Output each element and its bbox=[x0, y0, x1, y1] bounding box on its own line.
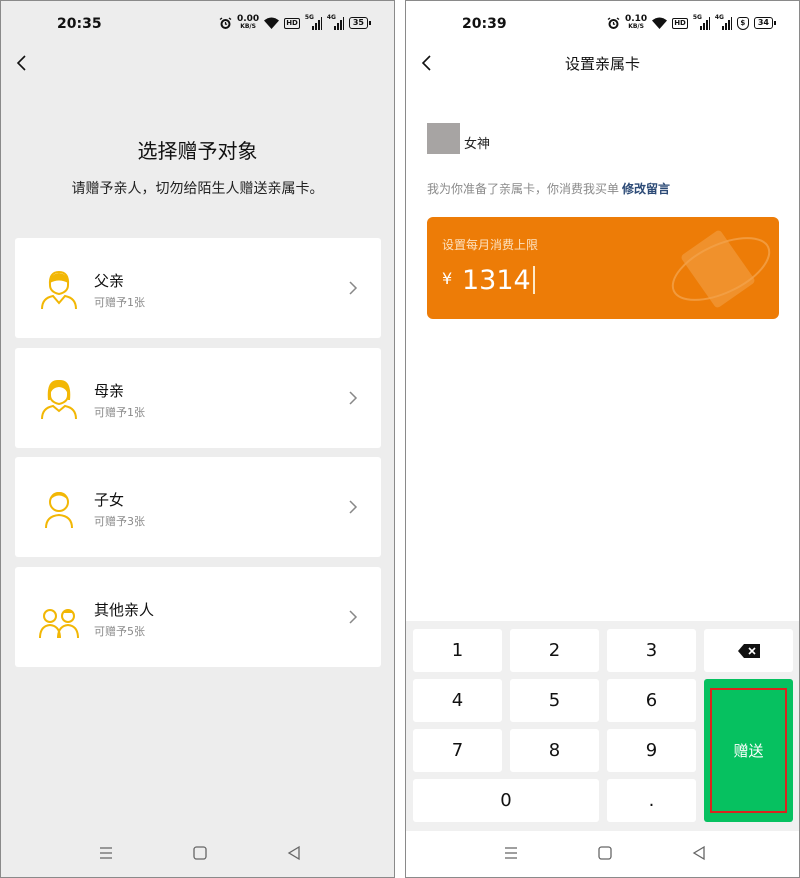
key-5[interactable]: 5 bbox=[510, 679, 599, 722]
key-9[interactable]: 9 bbox=[607, 729, 696, 772]
text-cursor bbox=[532, 266, 535, 294]
option-other-relatives[interactable]: 其他亲人 可赠予5张 bbox=[15, 567, 381, 667]
hd-badge: HD bbox=[284, 17, 300, 29]
wifi-icon bbox=[264, 17, 280, 29]
spending-limit-label: 设置每月消费上限 bbox=[442, 238, 539, 252]
battery-icon: 35 bbox=[348, 17, 372, 29]
option-label: 母亲 bbox=[94, 382, 125, 400]
status-bar: 20:39 0.10 KB/S HD 5G 4G $ 34 bbox=[406, 1, 799, 49]
card-decoration-icon bbox=[671, 230, 771, 308]
currency-symbol: ¥ bbox=[442, 269, 453, 288]
shield-icon: $ bbox=[736, 16, 749, 30]
numeric-keypad: 1 2 3 4 5 6 7 8 9 0 . 赠送 bbox=[406, 621, 799, 831]
signal-5g-icon: 5G bbox=[305, 14, 322, 30]
avatar bbox=[427, 123, 460, 154]
amount-input[interactable]: 1314 bbox=[462, 265, 535, 296]
alarm-icon bbox=[607, 16, 620, 29]
key-4[interactable]: 4 bbox=[413, 679, 502, 722]
chevron-right-icon bbox=[349, 391, 358, 405]
father-icon bbox=[41, 270, 77, 310]
nav-back-icon[interactable] bbox=[691, 845, 707, 861]
key-3[interactable]: 3 bbox=[607, 629, 696, 672]
page-subtitle: 请赠予亲人，切勿给陌生人赠送亲属卡。 bbox=[71, 181, 324, 197]
signal-5g-icon: 5G bbox=[693, 14, 710, 30]
option-quota: 可赠予3张 bbox=[94, 515, 145, 528]
phone-screen-select-recipient: 20:35 0.00 KB/S HD 5G 4G 35 选择赠予对象 请赠予亲人，… bbox=[0, 0, 395, 878]
recipient-name: 女神 bbox=[464, 137, 491, 152]
network-speed: 0.10 KB/S bbox=[624, 14, 648, 31]
alarm-icon bbox=[219, 16, 232, 29]
back-icon[interactable] bbox=[13, 53, 33, 73]
signal-4g-icon: 4G bbox=[327, 14, 344, 30]
status-time: 20:35 bbox=[57, 16, 102, 32]
option-quota: 可赠予5张 bbox=[94, 625, 145, 638]
backspace-icon bbox=[737, 643, 760, 658]
option-mother[interactable]: 母亲 可赠予1张 bbox=[15, 348, 381, 448]
chevron-right-icon bbox=[349, 281, 358, 295]
backspace-key[interactable] bbox=[704, 629, 793, 672]
gift-message: 我为你准备了亲属卡，你消费我买单 修改留言 bbox=[427, 180, 670, 197]
home-icon[interactable] bbox=[192, 845, 208, 861]
battery-icon: 34 bbox=[753, 17, 777, 29]
page-title: 设置亲属卡 bbox=[564, 55, 640, 73]
chevron-right-icon bbox=[349, 500, 358, 514]
page-title: 选择赠予对象 bbox=[137, 139, 258, 163]
system-nav-bar bbox=[406, 829, 799, 877]
phone-screen-set-family-card: 20:39 0.10 KB/S HD 5G 4G $ 34 设置亲属卡 女神 我为… bbox=[405, 0, 800, 878]
nav-back-icon[interactable] bbox=[286, 845, 302, 861]
key-2[interactable]: 2 bbox=[510, 629, 599, 672]
status-bar: 20:35 0.00 KB/S HD 5G 4G 35 bbox=[1, 1, 394, 49]
status-time: 20:39 bbox=[462, 16, 507, 32]
edit-message-link[interactable]: 修改留言 bbox=[622, 182, 670, 196]
menu-icon[interactable] bbox=[503, 845, 519, 861]
spending-limit-card[interactable]: 设置每月消费上限 ¥ 1314 bbox=[427, 217, 779, 319]
gift-message-text: 我为你准备了亲属卡，你消费我买单 bbox=[427, 182, 620, 196]
wifi-icon bbox=[652, 17, 668, 29]
signal-4g-icon: 4G bbox=[715, 14, 732, 30]
option-label: 子女 bbox=[94, 491, 125, 509]
child-icon bbox=[45, 492, 73, 529]
home-icon[interactable] bbox=[597, 845, 613, 861]
option-quota: 可赠予1张 bbox=[94, 406, 145, 419]
relatives-icon bbox=[39, 609, 79, 639]
mother-icon bbox=[41, 379, 77, 420]
system-nav-bar bbox=[1, 829, 394, 877]
key-7[interactable]: 7 bbox=[413, 729, 502, 772]
chevron-right-icon bbox=[349, 610, 358, 624]
option-quota: 可赠予1张 bbox=[94, 296, 145, 309]
key-6[interactable]: 6 bbox=[607, 679, 696, 722]
hd-badge: HD bbox=[672, 17, 688, 29]
option-label: 父亲 bbox=[94, 272, 125, 290]
key-dot[interactable]: . bbox=[607, 779, 696, 822]
amount-value: 1314 bbox=[462, 265, 531, 296]
key-0[interactable]: 0 bbox=[413, 779, 599, 822]
network-speed: 0.00 KB/S bbox=[236, 14, 260, 31]
highlight-box bbox=[710, 688, 787, 813]
option-label: 其他亲人 bbox=[94, 601, 155, 619]
option-father[interactable]: 父亲 可赠予1张 bbox=[15, 238, 381, 338]
key-8[interactable]: 8 bbox=[510, 729, 599, 772]
key-1[interactable]: 1 bbox=[413, 629, 502, 672]
option-child[interactable]: 子女 可赠予3张 bbox=[15, 457, 381, 557]
menu-icon[interactable] bbox=[98, 845, 114, 861]
gift-button[interactable]: 赠送 bbox=[704, 679, 793, 822]
